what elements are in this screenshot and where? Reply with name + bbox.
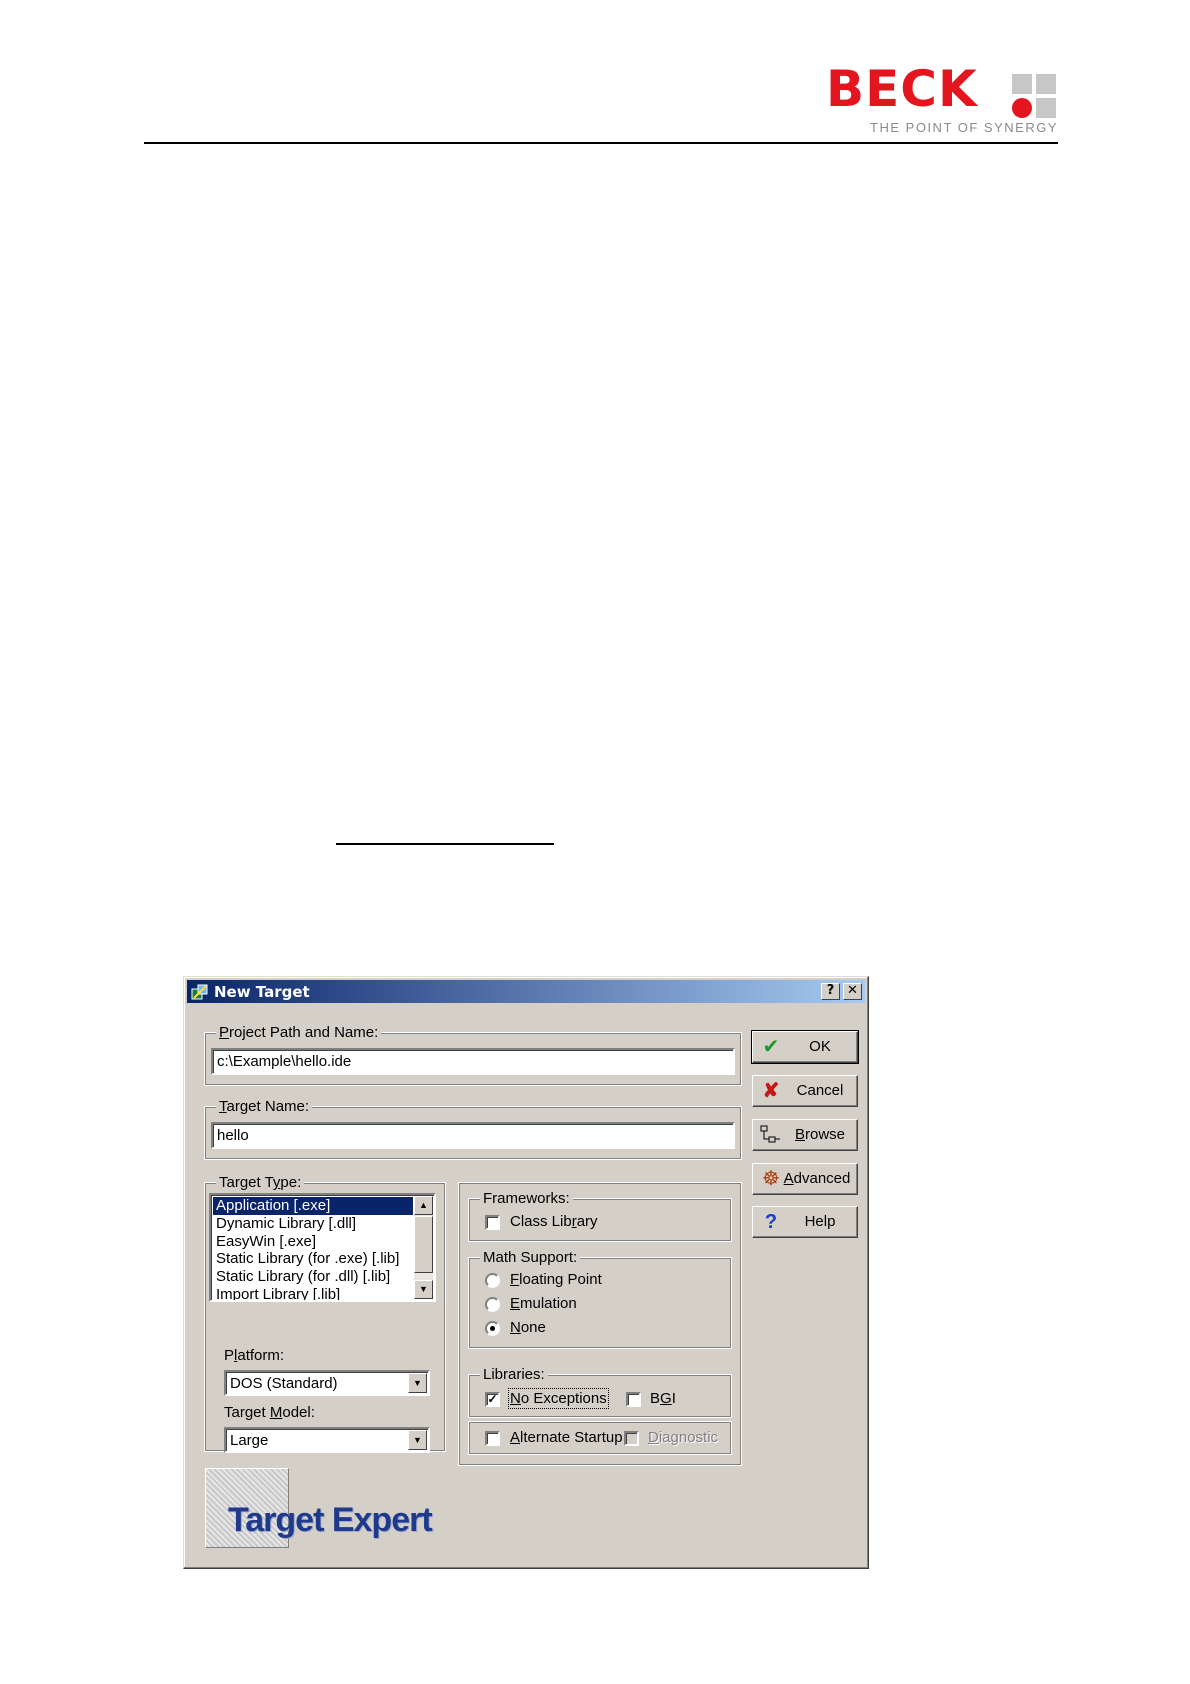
none-radio[interactable]	[485, 1321, 500, 1336]
chevron-down-icon[interactable]: ▼	[408, 1373, 427, 1393]
project-path-group: Project Path and Name: c:\Example\hello.…	[204, 1024, 742, 1086]
logo-grey-square	[1012, 74, 1032, 94]
target-model-label: Target Model:	[224, 1404, 315, 1421]
project-path-input[interactable]: c:\Example\hello.ide	[211, 1048, 735, 1075]
list-item[interactable]: Static Library (for .exe) [.lib]	[213, 1250, 413, 1268]
x-icon: ✘	[762, 1080, 780, 1102]
alternate-startup-label[interactable]: Alternate Startup	[510, 1429, 623, 1446]
target-name-input[interactable]: hello	[211, 1122, 735, 1149]
target-expert-icon	[191, 984, 208, 1000]
class-library-checkbox[interactable]	[485, 1215, 500, 1230]
target-type-label: Target Type:	[216, 1174, 305, 1191]
project-path-label: Project Path and Name:	[216, 1024, 382, 1041]
chevron-down-icon[interactable]: ▼	[408, 1430, 427, 1450]
logo-dots-icon	[1012, 74, 1056, 118]
bgi-checkbox[interactable]	[626, 1392, 641, 1407]
logo-red-dot	[1012, 98, 1032, 118]
question-icon: ?	[764, 1211, 778, 1233]
target-expert-logo: Target Expert	[228, 1501, 433, 1539]
radio-dot-icon	[490, 1326, 495, 1331]
diagnostic-label: Diagnostic	[648, 1429, 719, 1446]
dialog-title: New Target	[214, 983, 310, 1001]
logo-wordmark: BECK	[826, 60, 978, 118]
list-item[interactable]: Static Library (for .dll) [.lib]	[213, 1268, 413, 1286]
logo-grey-square	[1036, 74, 1056, 94]
header-rule	[144, 142, 1058, 144]
scroll-down-icon[interactable]: ▼	[414, 1280, 433, 1299]
close-button[interactable]: ✕	[843, 983, 862, 1000]
floating-point-radio[interactable]	[485, 1273, 500, 1288]
target-name-label: Target Name:	[216, 1098, 313, 1115]
bgi-label[interactable]: BGI	[650, 1390, 676, 1407]
list-item[interactable]: Import Library [.lib]	[213, 1286, 413, 1300]
advanced-button[interactable]: ☸ Advanced	[752, 1163, 858, 1195]
platform-value: DOS (Standard)	[230, 1375, 338, 1392]
hyperlink-underline	[336, 843, 554, 845]
title-bar[interactable]: New Target ? ✕	[187, 980, 865, 1003]
logo-grey-square	[1036, 98, 1056, 118]
browse-button[interactable]: Browse	[752, 1119, 858, 1151]
scroll-up-icon[interactable]: ▲	[414, 1196, 433, 1215]
logo-tagline: THE POINT OF SYNERGY	[870, 120, 1058, 135]
help-title-button[interactable]: ?	[821, 983, 840, 1000]
frameworks-group: Frameworks: Class Library	[468, 1190, 732, 1242]
help-button[interactable]: ? Help	[752, 1206, 858, 1238]
platform-label: Platform:	[224, 1347, 285, 1364]
platform-select[interactable]: DOS (Standard) ▼	[224, 1370, 430, 1396]
math-support-label: Math Support:	[480, 1249, 581, 1266]
diagnostic-checkbox	[624, 1431, 639, 1446]
frameworks-label: Frameworks:	[480, 1190, 573, 1207]
none-label[interactable]: None	[510, 1319, 546, 1336]
target-name-group: Target Name: hello	[204, 1098, 742, 1160]
cancel-button[interactable]: ✘ Cancel	[752, 1075, 858, 1107]
no-exceptions-label[interactable]: No Exceptions	[508, 1388, 609, 1409]
list-item[interactable]: EasyWin [.exe]	[213, 1233, 413, 1251]
target-type-items: Application [.exe] Dynamic Library [.dll…	[213, 1197, 413, 1300]
list-scrollbar[interactable]: ▲ ▼	[414, 1196, 433, 1299]
list-item[interactable]: Dynamic Library [.dll]	[213, 1215, 413, 1233]
class-library-label[interactable]: Class Library	[510, 1213, 598, 1230]
list-item[interactable]: Application [.exe]	[213, 1197, 413, 1215]
no-exceptions-checkbox[interactable]: ✓	[485, 1392, 500, 1407]
libraries-group: Libraries: ✓ No Exceptions BGI	[468, 1366, 732, 1418]
tree-icon	[760, 1125, 780, 1143]
scroll-thumb[interactable]	[414, 1216, 433, 1273]
target-type-list[interactable]: Application [.exe] Dynamic Library [.dll…	[209, 1193, 436, 1302]
target-model-select[interactable]: Large ▼	[224, 1427, 430, 1453]
target-model-value: Large	[230, 1432, 269, 1449]
startup-group: Alternate Startup Diagnostic	[468, 1421, 732, 1455]
math-support-group: Math Support: Floating Point Emulation N…	[468, 1249, 732, 1349]
libraries-label: Libraries:	[480, 1366, 548, 1383]
ok-button[interactable]: ✔ OK	[751, 1030, 859, 1064]
emulation-label[interactable]: Emulation	[510, 1295, 577, 1312]
floating-point-label[interactable]: Floating Point	[510, 1271, 602, 1288]
alternate-startup-checkbox[interactable]	[485, 1431, 500, 1446]
check-icon: ✔	[762, 1036, 780, 1058]
new-target-dialog: New Target ? ✕ Project Path and Name: c:…	[183, 976, 869, 1569]
emulation-radio[interactable]	[485, 1297, 500, 1312]
beck-logo: BECK THE POINT OF SYNERGY	[826, 60, 1058, 136]
